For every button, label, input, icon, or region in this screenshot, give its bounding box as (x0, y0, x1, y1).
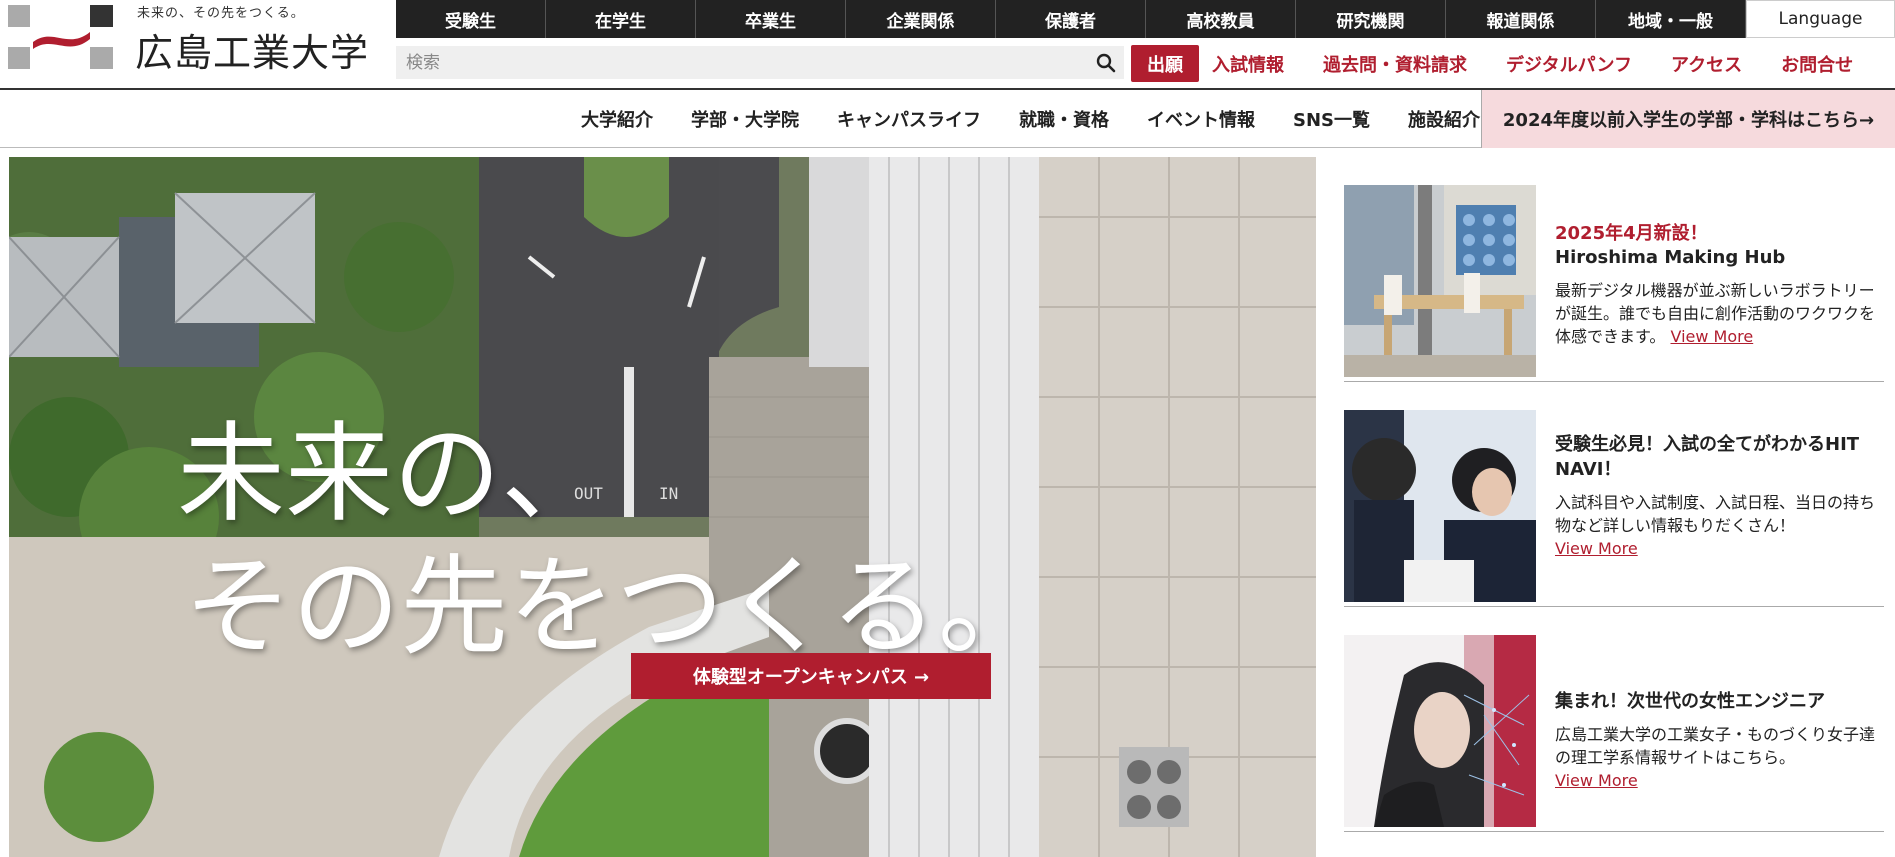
audience-item-parents[interactable]: 保護者 (996, 0, 1146, 38)
feature-title[interactable]: Hiroshima Making Hub (1555, 245, 1884, 270)
feature-text: 広島工業大学の工業女子・ものづくり女子達の理工学系情報サイトはこちら。 View … (1555, 723, 1884, 792)
feature-item[interactable]: 2025年4月新設！ Hiroshima Making Hub 最新デジタル機器… (1344, 157, 1884, 382)
audience-item-companies[interactable]: 企業関係 (846, 0, 996, 38)
university-logo-mark (8, 5, 113, 69)
link-admissions-info[interactable]: 入試情報 (1212, 51, 1284, 77)
view-more-link[interactable]: View More (1555, 771, 1638, 790)
feature-title[interactable]: 受験生必見！入試の全てがわかるHIT NAVI！ (1555, 432, 1884, 482)
female-engineer-thumbnail[interactable] (1344, 635, 1536, 827)
feature-title[interactable]: 集まれ！次世代の女性エンジニア (1555, 689, 1884, 714)
utility-links: 入試情報 過去問・資料請求 デジタルパンフ アクセス お問合せ (1212, 46, 1895, 82)
feature-tag: 2025年4月新設！ (1555, 223, 1708, 244)
feature-description: 広島工業大学の工業女子・ものづくり女子達の理工学系情報サイトはこちら。 (1555, 725, 1876, 767)
feature-text: 最新デジタル機器が並ぶ新しいラボラトリーが誕生。誰でも自由に創作活動のワクワクを… (1555, 279, 1884, 348)
audience-item-alumni[interactable]: 卒業生 (696, 0, 846, 38)
logo-name: 広島工業大学 (135, 31, 370, 75)
audience-item-prospective-students[interactable]: 受験生 (396, 0, 546, 38)
university-logo[interactable]: 未来の、その先をつくる。 広島工業大学 (0, 0, 395, 88)
audience-nav: 受験生 在学生 卒業生 企業関係 保護者 高校教員 研究機関 報道関係 地域・一… (396, 0, 1895, 38)
old-students-link[interactable]: 2024年度以前入学生の学部・学科はこちら→ (1481, 90, 1895, 148)
search-box (396, 46, 1124, 79)
nav-events[interactable]: イベント情報 (1147, 106, 1255, 132)
language-button[interactable]: Language (1746, 0, 1895, 38)
view-more-link[interactable]: View More (1555, 539, 1638, 558)
apply-button[interactable]: 出願 (1131, 45, 1199, 82)
link-past-exams-request[interactable]: 過去問・資料請求 (1323, 51, 1467, 77)
feature-list: 2025年4月新設！ Hiroshima Making Hub 最新デジタル機器… (1344, 157, 1884, 832)
nav-faculties[interactable]: 学部・大学院 (691, 106, 799, 132)
nav-sns[interactable]: SNS一覧 (1293, 106, 1370, 132)
open-campus-button[interactable]: 体験型オープンキャンパス → (631, 653, 991, 699)
search-icon (1096, 53, 1116, 72)
link-contact[interactable]: お問合せ (1781, 51, 1853, 77)
link-access[interactable]: アクセス (1671, 51, 1742, 77)
making-hub-thumbnail[interactable] (1344, 185, 1536, 377)
view-more-link[interactable]: View More (1671, 327, 1754, 346)
feature-description: 入試科目や入試制度、入試日程、当日の持ち物など詳しい情報もりだくさん！ (1555, 493, 1876, 535)
feature-text: 入試科目や入試制度、入試日程、当日の持ち物など詳しい情報もりだくさん！ View … (1555, 491, 1884, 560)
audience-item-community[interactable]: 地域・一般 (1596, 0, 1746, 38)
search-input[interactable] (396, 46, 1088, 79)
search-button[interactable] (1088, 46, 1124, 79)
logo-tagline: 未来の、その先をつくる。 (137, 6, 305, 21)
feature-item[interactable]: 受験生必見！入試の全てがわかるHIT NAVI！ 入試科目や入試制度、入試日程、… (1344, 382, 1884, 607)
nav-facilities[interactable]: 施設紹介 (1408, 106, 1480, 132)
audience-item-high-school-teachers[interactable]: 高校教員 (1146, 0, 1296, 38)
nav-about[interactable]: 大学紹介 (581, 106, 653, 132)
feature-item[interactable]: 集まれ！次世代の女性エンジニア 広島工業大学の工業女子・ものづくり女子達の理工学… (1344, 607, 1884, 832)
hero-banner: OUT IN 未来の、 その先をつくる。 体験型オープンキャンパス → (9, 157, 1316, 857)
nav-campus-life[interactable]: キャンパスライフ (837, 106, 981, 132)
link-digital-pamphlet[interactable]: デジタルパンフ (1506, 51, 1632, 77)
audience-item-current-students[interactable]: 在学生 (546, 0, 696, 38)
audience-item-research[interactable]: 研究機関 (1296, 0, 1446, 38)
nav-careers[interactable]: 就職・資格 (1019, 106, 1109, 132)
hit-navi-thumbnail[interactable] (1344, 410, 1536, 602)
ground-text-in: IN (659, 484, 678, 503)
audience-item-press[interactable]: 報道関係 (1446, 0, 1596, 38)
